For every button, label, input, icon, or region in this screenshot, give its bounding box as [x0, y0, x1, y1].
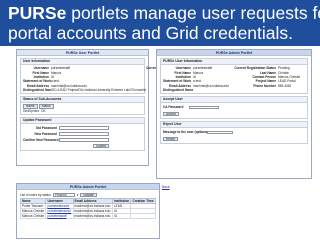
reg-status-label: Current Registration Status	[234, 66, 276, 71]
cell-institution: IU	[111, 213, 132, 219]
institution-value: IU	[51, 74, 55, 79]
contact-label: Contact Person	[252, 74, 276, 79]
update-password-section: Update Password Old Password New Passwor…	[20, 117, 145, 152]
new-password-label: New Password	[34, 132, 58, 137]
col-creation-time: Creation Time	[130, 198, 156, 204]
banner-line-1-rest: portlets manage user requests for	[66, 3, 320, 23]
phone-label: Phone Number	[253, 83, 276, 88]
first-name-label: First Name	[32, 70, 49, 75]
portlet-title: PURSe User Portlet	[17, 50, 148, 56]
reject-user-section: Reject User Message to the user (optiona…	[160, 121, 308, 145]
first-name-value: Marcus	[51, 70, 62, 75]
cell-name: Purse Testuser	[19, 203, 47, 209]
sub-account-name: GridSphere	[23, 108, 40, 113]
statement-label: Statement of Work	[23, 79, 51, 84]
sub-account-status: OK	[41, 108, 46, 113]
cell-name: Marcus Christie	[19, 213, 47, 219]
chevron-down-icon: ▾	[76, 193, 79, 197]
cell-username-link[interactable]: purseteststaff	[45, 213, 74, 219]
dn-label: Distinguished Name	[163, 88, 193, 93]
purse-admin-portlet-detail: PURSe Admin Portlet PURSe User Informati…	[156, 49, 312, 179]
dn-label: Distinguished Name	[23, 88, 51, 93]
update-button[interactable]: Update	[80, 192, 97, 198]
banner-line-2: portal accounts and Grid credentials.	[8, 23, 294, 43]
cell-email: machrist@cs.indiana.edu	[72, 213, 113, 219]
reject-message-label: Message to the user (optional):	[163, 130, 207, 135]
institution-label: Institution	[175, 74, 191, 79]
banner-line-1: PURSe portlets manage user requests for	[8, 3, 320, 23]
statement-value: a test.	[51, 79, 60, 84]
phone-value: 855-4081	[278, 83, 292, 88]
col-institution: Institution	[111, 198, 132, 204]
email-value: machrist@cs.indiana.edu	[51, 83, 87, 88]
project-value: LEAD Portal	[278, 79, 296, 84]
submit-password-button[interactable]: Submit	[93, 143, 109, 149]
cell-username-link[interactable]: pursetestmachr2	[45, 208, 74, 214]
back-link[interactable]: Back	[162, 185, 170, 189]
last-name-label: Last Name	[259, 70, 276, 75]
table-row[interactable]: Marcus Christie purseteststaff machrist@…	[19, 213, 156, 219]
cell-email: machrist@cs.indiana.edu	[72, 203, 113, 209]
user-information-section: User Information Username purseteststaff …	[20, 58, 199, 95]
last-name-value: Christie	[278, 70, 289, 75]
accept-user-section: Accept User CA Password Accept	[160, 96, 308, 120]
confirm-password-input[interactable]	[59, 138, 109, 142]
old-password-input[interactable]	[59, 126, 109, 130]
ca-password-label: CA Password	[163, 105, 184, 110]
list-by-status-label: List of users by status	[20, 193, 51, 197]
statement-label: Statement of Work	[163, 79, 192, 84]
username-label: Username	[175, 66, 191, 71]
admin-user-information-section: PURSe User Information Username pursetest…	[160, 58, 308, 95]
dn-value: /DC=LEAD Project/OU=Indiana University E…	[51, 88, 146, 93]
reject-message-input[interactable]	[207, 130, 233, 135]
purse-admin-portlet-list: PURSe Admin Portlet List of users by sta…	[16, 183, 160, 239]
email-label: Email Address	[26, 83, 49, 88]
reg-status-value: Pending	[278, 66, 290, 71]
user-requests-table: Name Username Email Address Institution …	[19, 198, 156, 219]
purse-user-portlet: PURSe User Portlet User Information User…	[16, 49, 199, 166]
email-value: machrist@cs.indiana.edu	[193, 83, 229, 88]
email-label: Email Address	[168, 83, 191, 88]
statement-value: a test.	[193, 79, 202, 84]
first-name-value: Marcus	[193, 70, 204, 75]
status-select[interactable]: Pending	[52, 193, 75, 197]
portlet-title: PURSe Admin Portlet	[157, 50, 311, 56]
username-label: Username	[33, 66, 49, 71]
institution-label: Institution	[33, 74, 49, 79]
reject-button[interactable]: Reject	[163, 136, 179, 142]
cell-username-link[interactable]: pursetestmachr	[45, 203, 74, 209]
sub-accounts-section: Status of Sub-Accounts Name Status GridS…	[20, 96, 145, 116]
first-name-label: First Name	[174, 70, 191, 75]
institution-value: IU	[193, 74, 197, 79]
old-password-label: Old Password	[35, 126, 57, 131]
ca-password-input[interactable]	[189, 105, 219, 110]
title-banner: PURSe portlets manage user requests for …	[0, 0, 320, 46]
confirm-password-label: Confirm New Password	[23, 138, 59, 143]
username-value: purseteststaff	[193, 66, 213, 71]
cell-email: machrist@cs.indiana.edu	[72, 208, 113, 214]
accept-button[interactable]: Accept	[163, 111, 179, 117]
cell-name: Marcus Christie	[19, 208, 47, 214]
project-label: Project Name	[255, 79, 276, 84]
contact-value: Marcus Christie	[278, 74, 301, 79]
cell-creation-time	[130, 213, 156, 219]
banner-highlight: PURSe	[8, 3, 67, 23]
new-password-input[interactable]	[59, 132, 109, 136]
username-value: purseteststaff	[51, 66, 71, 71]
